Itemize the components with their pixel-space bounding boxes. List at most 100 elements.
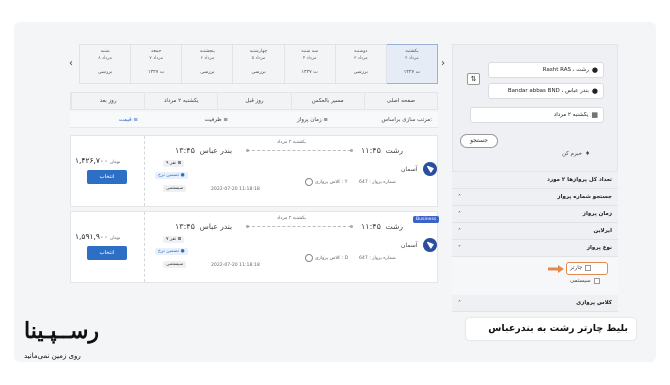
date-cell-day: پنجشنبه: [199, 49, 215, 54]
date-cell-date: ۸ مرداد: [98, 56, 112, 61]
nav-tab[interactable]: صفحه اصلی: [363, 93, 437, 109]
filter-flight-time[interactable]: ˄ زمان پرواز: [452, 206, 618, 223]
filter-label: ایرلاین: [593, 228, 612, 234]
flight-number: شماره پرواز : 647: [359, 256, 396, 261]
calendar-icon: ▦: [591, 111, 598, 119]
guarantee-label: تضمین نرخ: [158, 173, 180, 178]
date-cell-date: ۷ مرداد: [149, 56, 164, 61]
date-cell[interactable]: دوشنبه ۳ مرداد بررسی: [334, 44, 387, 84]
search-button[interactable]: جستجو: [460, 134, 498, 148]
location-pin-icon: ●: [591, 66, 598, 74]
filter-flight-type[interactable]: ˅ نوع پرواز: [452, 240, 618, 257]
system-option[interactable]: سیستمی: [570, 278, 600, 284]
checkbox[interactable]: [593, 278, 600, 284]
filter-flight-class[interactable]: ˄ کلاس پروازی: [452, 295, 618, 312]
flight-number: شماره پرواز : 647: [359, 180, 396, 185]
destination-field[interactable]: Bandar abbas BND ، بندر عباس ●: [488, 83, 604, 99]
flight-timestamp: 2022-07-20 11:18:18: [211, 187, 260, 192]
seats-pill: ۹ نفر ⊞: [163, 160, 185, 167]
chevron-up-icon: ˄: [458, 227, 461, 235]
price-value: ۱,۵۹۱,۹۰۰: [75, 232, 108, 241]
charter-option[interactable]: چارتر: [570, 265, 592, 271]
date-cell-date: ۵ مرداد: [251, 56, 266, 61]
nav-tab[interactable]: روز قبل: [217, 93, 290, 109]
sort-icon: ≡: [133, 117, 138, 123]
date-cell-date: ۳ مرداد: [353, 56, 368, 61]
nav-tab[interactable]: یکشنبه ۲ مرداد: [144, 93, 217, 109]
price-column: ۱,۴۲۶,۷۰۰ تومان انتخاب: [71, 136, 145, 206]
select-button[interactable]: انتخاب: [87, 246, 127, 260]
sort-price[interactable]: قیمت ≡: [119, 117, 138, 123]
system-label: سیستمی: [570, 278, 591, 284]
pointer-arrow-icon: [548, 265, 564, 273]
swap-icon[interactable]: ⇅: [467, 73, 480, 85]
route-date: یکشنبه ۲ مرداد: [277, 216, 306, 221]
nav-tab[interactable]: مسیر بالعکس: [290, 93, 364, 109]
sort-capacity[interactable]: ظرفیت ≡: [205, 117, 228, 123]
arrival: بندر عباس ۱۳:۴۵: [175, 146, 232, 155]
date-cell[interactable]: جمعه ۷ مرداد ۱۴۲۷ ت: [130, 44, 183, 84]
departure: رشت ۱۱:۴۵: [361, 146, 403, 155]
date-cell[interactable]: پنجشنبه ۶ مرداد بررسی: [181, 44, 234, 84]
route-line: [247, 150, 351, 151]
airline-logo: [423, 238, 437, 252]
date-value: یکشنبه ۲ مرداد: [553, 112, 589, 118]
date-cell-day: شنبه: [100, 49, 110, 54]
check-icon: ●: [180, 173, 185, 178]
brand-tagline: روی زمین نمی‌مانید: [24, 352, 81, 360]
date-cell[interactable]: چهارشنبه ۵ مرداد بررسی: [232, 44, 285, 84]
checkbox[interactable]: [585, 265, 592, 271]
date-cell[interactable]: سه شنبه ۴ مرداد ۱۴۲۷ ت: [283, 44, 336, 84]
filter-flight-number[interactable]: ˄ جستجو شماره پرواز: [452, 189, 618, 206]
sort-icon: ≡: [223, 117, 228, 123]
nav-tab[interactable]: روز بعد: [70, 93, 144, 109]
currency: تومان: [109, 236, 121, 241]
guarantee-pill: تضمین نرخ ●: [155, 172, 188, 179]
origin-field[interactable]: Rasht RAS ، رشت ●: [488, 62, 604, 78]
sort-time[interactable]: زمان پرواز ≡: [297, 117, 328, 123]
filter-label: نوع پرواز: [586, 245, 612, 251]
arrival-city: بندر عباس: [199, 222, 233, 231]
date-cell[interactable]: شنبه ۸ مرداد بررسی: [79, 44, 132, 84]
date-cell-day: دوشنبه: [354, 49, 368, 54]
flight-timestamp: 2022-07-20 11:18:18: [211, 263, 260, 268]
sort-price-label: قیمت: [118, 117, 132, 123]
chevron-up-icon: ˄: [458, 193, 461, 201]
business-badge: Business: [413, 216, 440, 223]
date-cell-price: ۱۴۲۷ ت: [148, 70, 165, 75]
route-dot: [350, 149, 353, 152]
route-line: [247, 226, 351, 227]
departure-city: رشت: [385, 146, 403, 155]
total-flights-row: تعداد کل پروازها ۲ مورد: [452, 172, 618, 189]
date-cell-day: یکشنبه: [405, 49, 419, 54]
date-cell-day: جمعه: [151, 49, 162, 54]
chevron-down-icon: ˅: [458, 244, 461, 252]
sort-capacity-label: ظرفیت: [204, 117, 222, 123]
seats-value: ۷ نفر: [166, 237, 177, 242]
sort-time-label: زمان پرواز: [297, 117, 322, 123]
select-button[interactable]: انتخاب: [87, 170, 127, 184]
price-value: ۱,۴۲۶,۷۰۰: [75, 156, 108, 165]
seat-icon: ⊞: [177, 237, 182, 242]
flight-type-pill: سیستمی: [163, 261, 187, 268]
prev-arrow-icon[interactable]: ‹: [69, 58, 73, 69]
departure-time: ۱۱:۴۵: [361, 222, 381, 231]
sort-bar: مرتب سازی براساس: زمان پرواز ≡ ظرفیت ≡ ق…: [70, 112, 438, 128]
date-cell-day: سه شنبه: [301, 49, 319, 54]
date-cell-price: ۱۴۲۷ ت: [403, 70, 421, 75]
date-cell-price: بررسی: [353, 70, 368, 75]
seat-icon: ⊞: [177, 161, 182, 166]
flight-card: ۱,۴۲۶,۷۰۰ تومان انتخاب رشت ۱۱:۴۵ بندر عبا…: [70, 135, 438, 207]
guarantee-pill: تضمین نرخ ●: [155, 248, 188, 255]
next-arrow-icon[interactable]: ›: [441, 58, 445, 69]
arrival-time: ۱۳:۴۵: [175, 146, 195, 155]
date-strip: یکشنبه ۲ مرداد ۱۴۲۷ ت دوشنبه ۳ مرداد بررس…: [79, 44, 438, 84]
price-alert[interactable]: خبرم کن ♦: [562, 151, 590, 157]
guarantee-label: تضمین نرخ: [158, 249, 180, 254]
date-cell-price: بررسی: [251, 70, 266, 75]
date-field[interactable]: یکشنبه ۲ مرداد ▦: [470, 107, 604, 123]
filter-airline[interactable]: ˄ ایرلاین: [452, 223, 618, 240]
date-cell[interactable]: یکشنبه ۲ مرداد ۱۴۲۷ ت: [385, 44, 438, 84]
filter-label: کلاس پروازی: [576, 300, 612, 306]
arrival: بندر عباس ۱۳:۴۵: [175, 222, 232, 231]
